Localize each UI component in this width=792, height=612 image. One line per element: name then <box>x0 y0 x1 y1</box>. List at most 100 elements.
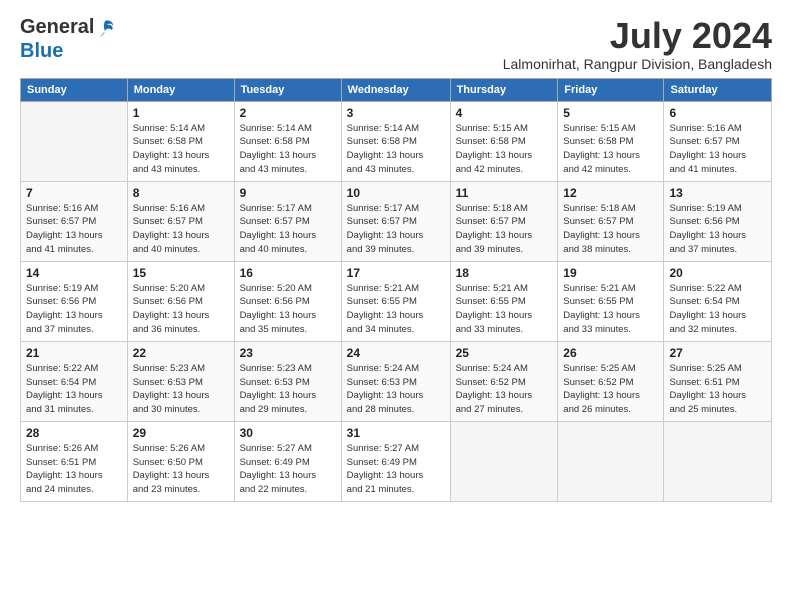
calendar-cell: 28 Sunrise: 5:26 AM Sunset: 6:51 PM Dayli… <box>21 421 128 501</box>
weekday-header-monday: Monday <box>127 78 234 101</box>
day-number: 18 <box>456 266 553 280</box>
day-info: Sunrise: 5:23 AM Sunset: 6:53 PM Dayligh… <box>133 362 229 417</box>
calendar-cell: 16Sunrise: 5:20 AM Sunset: 6:56 PM Dayli… <box>234 261 341 341</box>
calendar-cell: 27Sunrise: 5:25 AM Sunset: 6:51 PM Dayli… <box>664 341 772 421</box>
calendar-cell: 23 Sunrise: 5:23 AM Sunset: 6:53 PM Dayli… <box>234 341 341 421</box>
day-number: 19 <box>563 266 658 280</box>
week-row-1: 1 Sunrise: 5:14 AM Sunset: 6:58 PM Daylig… <box>21 101 772 181</box>
calendar-cell <box>21 101 128 181</box>
calendar-cell: 22Sunrise: 5:23 AM Sunset: 6:53 PM Dayli… <box>127 341 234 421</box>
day-number: 1 <box>133 106 229 120</box>
calendar-cell <box>664 421 772 501</box>
day-info: Sunrise: 5:24 AM Sunset: 6:52 PM Dayligh… <box>456 362 553 417</box>
month-title: July 2024 <box>503 16 772 56</box>
day-info: Sunrise: 5:20 AM Sunset: 6:56 PM Dayligh… <box>133 282 229 337</box>
calendar-cell: 5Sunrise: 5:15 AM Sunset: 6:58 PM Daylig… <box>558 101 664 181</box>
day-number: 9 <box>240 186 336 200</box>
day-number: 17 <box>347 266 445 280</box>
day-number: 26 <box>563 346 658 360</box>
calendar-cell <box>558 421 664 501</box>
week-row-2: 7 Sunrise: 5:16 AM Sunset: 6:57 PM Daylig… <box>21 181 772 261</box>
day-number: 23 <box>240 346 336 360</box>
day-number: 8 <box>133 186 229 200</box>
day-info: Sunrise: 5:22 AM Sunset: 6:54 PM Dayligh… <box>26 362 122 417</box>
day-number: 10 <box>347 186 445 200</box>
day-number: 28 <box>26 426 122 440</box>
day-info: Sunrise: 5:16 AM Sunset: 6:57 PM Dayligh… <box>26 202 122 257</box>
logo: General Blue <box>20 16 116 62</box>
calendar-cell: 31Sunrise: 5:27 AM Sunset: 6:49 PM Dayli… <box>341 421 450 501</box>
calendar-cell <box>450 421 558 501</box>
day-number: 6 <box>669 106 766 120</box>
day-number: 11 <box>456 186 553 200</box>
calendar-cell: 4 Sunrise: 5:15 AM Sunset: 6:58 PM Daylig… <box>450 101 558 181</box>
calendar-cell: 20 Sunrise: 5:22 AM Sunset: 6:54 PM Dayli… <box>664 261 772 341</box>
day-info: Sunrise: 5:17 AM Sunset: 6:57 PM Dayligh… <box>240 202 336 257</box>
weekday-header-wednesday: Wednesday <box>341 78 450 101</box>
calendar-cell: 26Sunrise: 5:25 AM Sunset: 6:52 PM Dayli… <box>558 341 664 421</box>
day-info: Sunrise: 5:14 AM Sunset: 6:58 PM Dayligh… <box>133 122 229 177</box>
calendar-cell: 10 Sunrise: 5:17 AM Sunset: 6:57 PM Dayli… <box>341 181 450 261</box>
week-row-5: 28 Sunrise: 5:26 AM Sunset: 6:51 PM Dayli… <box>21 421 772 501</box>
calendar-cell: 15 Sunrise: 5:20 AM Sunset: 6:56 PM Dayli… <box>127 261 234 341</box>
day-number: 31 <box>347 426 445 440</box>
calendar-cell: 11 Sunrise: 5:18 AM Sunset: 6:57 PM Dayli… <box>450 181 558 261</box>
logo-general-text: General <box>20 16 94 38</box>
day-number: 27 <box>669 346 766 360</box>
day-info: Sunrise: 5:26 AM Sunset: 6:51 PM Dayligh… <box>26 442 122 497</box>
day-info: Sunrise: 5:21 AM Sunset: 6:55 PM Dayligh… <box>456 282 553 337</box>
day-number: 2 <box>240 106 336 120</box>
calendar-cell: 12Sunrise: 5:18 AM Sunset: 6:57 PM Dayli… <box>558 181 664 261</box>
calendar-table: SundayMondayTuesdayWednesdayThursdayFrid… <box>20 78 772 502</box>
day-number: 14 <box>26 266 122 280</box>
day-info: Sunrise: 5:19 AM Sunset: 6:56 PM Dayligh… <box>26 282 122 337</box>
day-info: Sunrise: 5:14 AM Sunset: 6:58 PM Dayligh… <box>347 122 445 177</box>
day-info: Sunrise: 5:27 AM Sunset: 6:49 PM Dayligh… <box>240 442 336 497</box>
calendar-page: General Blue July 2024 Lalmonirhat, Rang… <box>0 0 792 612</box>
logo-blue-text: Blue <box>20 40 63 62</box>
day-info: Sunrise: 5:23 AM Sunset: 6:53 PM Dayligh… <box>240 362 336 417</box>
calendar-cell: 13 Sunrise: 5:19 AM Sunset: 6:56 PM Dayli… <box>664 181 772 261</box>
calendar-cell: 24Sunrise: 5:24 AM Sunset: 6:53 PM Dayli… <box>341 341 450 421</box>
logo-bird-icon <box>94 18 116 40</box>
day-info: Sunrise: 5:18 AM Sunset: 6:57 PM Dayligh… <box>456 202 553 257</box>
logo-line2: Blue <box>20 40 116 62</box>
weekday-header-friday: Friday <box>558 78 664 101</box>
day-number: 29 <box>133 426 229 440</box>
day-info: Sunrise: 5:17 AM Sunset: 6:57 PM Dayligh… <box>347 202 445 257</box>
day-number: 7 <box>26 186 122 200</box>
logo-line1: General <box>20 16 116 40</box>
day-number: 13 <box>669 186 766 200</box>
calendar-cell: 8 Sunrise: 5:16 AM Sunset: 6:57 PM Daylig… <box>127 181 234 261</box>
calendar-cell: 17Sunrise: 5:21 AM Sunset: 6:55 PM Dayli… <box>341 261 450 341</box>
header: General Blue July 2024 Lalmonirhat, Rang… <box>20 16 772 72</box>
calendar-cell: 29Sunrise: 5:26 AM Sunset: 6:50 PM Dayli… <box>127 421 234 501</box>
calendar-cell: 30Sunrise: 5:27 AM Sunset: 6:49 PM Dayli… <box>234 421 341 501</box>
weekday-header-row: SundayMondayTuesdayWednesdayThursdayFrid… <box>21 78 772 101</box>
calendar-cell: 6Sunrise: 5:16 AM Sunset: 6:57 PM Daylig… <box>664 101 772 181</box>
day-number: 25 <box>456 346 553 360</box>
day-info: Sunrise: 5:19 AM Sunset: 6:56 PM Dayligh… <box>669 202 766 257</box>
day-info: Sunrise: 5:20 AM Sunset: 6:56 PM Dayligh… <box>240 282 336 337</box>
day-info: Sunrise: 5:15 AM Sunset: 6:58 PM Dayligh… <box>456 122 553 177</box>
calendar-cell: 21 Sunrise: 5:22 AM Sunset: 6:54 PM Dayli… <box>21 341 128 421</box>
day-number: 24 <box>347 346 445 360</box>
weekday-header-thursday: Thursday <box>450 78 558 101</box>
day-number: 3 <box>347 106 445 120</box>
calendar-cell: 25 Sunrise: 5:24 AM Sunset: 6:52 PM Dayli… <box>450 341 558 421</box>
title-block: July 2024 Lalmonirhat, Rangpur Division,… <box>503 16 772 72</box>
week-row-3: 14 Sunrise: 5:19 AM Sunset: 6:56 PM Dayli… <box>21 261 772 341</box>
day-number: 15 <box>133 266 229 280</box>
day-info: Sunrise: 5:14 AM Sunset: 6:58 PM Dayligh… <box>240 122 336 177</box>
day-info: Sunrise: 5:22 AM Sunset: 6:54 PM Dayligh… <box>669 282 766 337</box>
day-info: Sunrise: 5:16 AM Sunset: 6:57 PM Dayligh… <box>133 202 229 257</box>
day-info: Sunrise: 5:15 AM Sunset: 6:58 PM Dayligh… <box>563 122 658 177</box>
weekday-header-sunday: Sunday <box>21 78 128 101</box>
day-number: 20 <box>669 266 766 280</box>
day-number: 4 <box>456 106 553 120</box>
calendar-cell: 2 Sunrise: 5:14 AM Sunset: 6:58 PM Daylig… <box>234 101 341 181</box>
calendar-cell: 19Sunrise: 5:21 AM Sunset: 6:55 PM Dayli… <box>558 261 664 341</box>
calendar-cell: 3 Sunrise: 5:14 AM Sunset: 6:58 PM Daylig… <box>341 101 450 181</box>
day-info: Sunrise: 5:18 AM Sunset: 6:57 PM Dayligh… <box>563 202 658 257</box>
day-number: 21 <box>26 346 122 360</box>
